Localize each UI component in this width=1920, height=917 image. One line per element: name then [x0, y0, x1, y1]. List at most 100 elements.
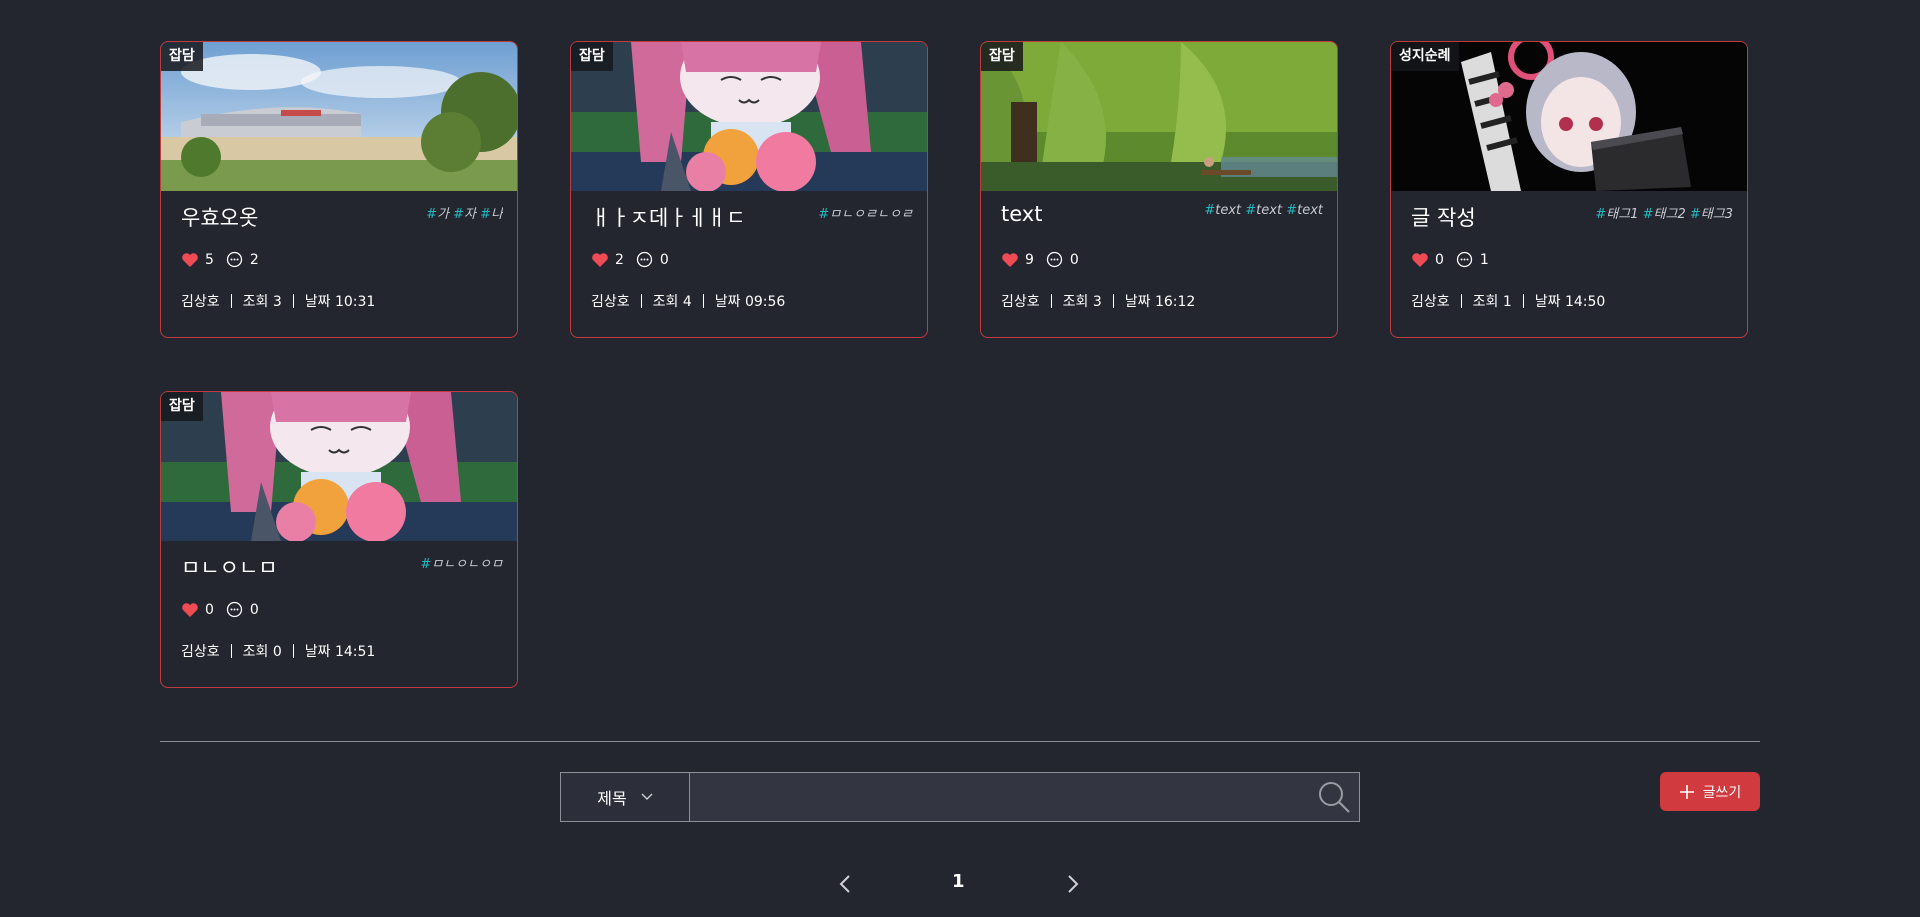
chevron-right-icon[interactable]	[1062, 872, 1084, 896]
comment-count: 0	[249, 601, 259, 618]
post-date: 날짜 14:51	[304, 644, 376, 660]
post-stats: 0 1	[1411, 251, 1489, 268]
tag[interactable]: #text	[1286, 203, 1323, 218]
post-stats: 9 0	[1001, 251, 1079, 268]
tag[interactable]: #자	[453, 207, 476, 222]
search-type-select[interactable]: 제목	[560, 772, 690, 822]
like-count: 5	[205, 251, 214, 268]
view-count: 조회 1	[1472, 294, 1512, 310]
post-title[interactable]: ㅐㅏㅈ데ㅏㅔㅐㄷ	[591, 202, 746, 232]
post-title[interactable]: 우효오옷	[181, 202, 258, 232]
like-count: 9	[1025, 251, 1034, 268]
heart-icon[interactable]	[1411, 252, 1429, 268]
post-meta: 김상호 조회 4 날짜 09:56	[591, 291, 785, 311]
separator	[292, 294, 294, 308]
separator	[1460, 294, 1462, 308]
tag[interactable]: #나	[480, 207, 503, 222]
category-badge: 잡담	[571, 42, 613, 71]
view-count: 조회 0	[242, 644, 282, 660]
plus-icon	[1679, 784, 1694, 799]
post-stats: 5 2	[181, 251, 259, 268]
author-name: 김상호	[1411, 294, 1450, 310]
search-input[interactable]	[689, 772, 1360, 822]
post-title[interactable]: text	[1001, 202, 1042, 226]
page-number[interactable]: 1	[952, 871, 965, 892]
tag[interactable]: #태그2	[1643, 207, 1686, 222]
chevron-left-icon[interactable]	[834, 872, 856, 896]
view-count: 조회 3	[242, 294, 282, 310]
post-date: 날짜 14:50	[1534, 294, 1606, 310]
heart-icon[interactable]	[181, 252, 199, 268]
category-badge: 잡담	[161, 392, 203, 421]
post-date: 날짜 16:12	[1124, 294, 1196, 310]
separator	[702, 294, 704, 308]
write-post-label: 글쓰기	[1702, 784, 1742, 801]
post-card[interactable]: 잡담 ㅐㅏㅈ데ㅏㅔㅐㄷ #ㅁㄴㅇㄹㄴㅇㄹ 2 0 김상호 조회 4 날짜 09:56	[570, 41, 928, 338]
comment-icon	[226, 251, 243, 268]
tag[interactable]: #text	[1204, 203, 1241, 218]
tag-list: #가 #자 #나	[426, 203, 503, 222]
post-meta: 김상호 조회 1 날짜 14:50	[1411, 291, 1605, 311]
separator	[1050, 294, 1052, 308]
tag[interactable]: #가	[426, 207, 449, 222]
comment-count: 0	[1069, 251, 1079, 268]
heart-icon[interactable]	[591, 252, 609, 268]
tag[interactable]: #태그1	[1595, 207, 1638, 222]
post-title[interactable]: ㅁㄴㅇㄴㅁ	[181, 552, 278, 582]
tag[interactable]: #ㅁㄴㅇㄴㅇㅁ	[420, 557, 503, 572]
comment-icon	[636, 251, 653, 268]
post-card[interactable]: 잡담 text #text #text #text 9 0 김상호 조회 3 날짜 …	[980, 41, 1338, 338]
separator	[1112, 294, 1114, 308]
tag[interactable]: #ㅁㄴㅇㄹㄴㅇㄹ	[818, 207, 913, 222]
comment-count: 2	[249, 251, 259, 268]
tag-list: #ㅁㄴㅇㄹㄴㅇㄹ	[818, 203, 913, 222]
post-date: 날짜 09:56	[714, 294, 786, 310]
tag[interactable]: #text	[1245, 203, 1282, 218]
like-count: 0	[205, 601, 214, 618]
separator	[230, 294, 232, 308]
like-count: 2	[615, 251, 624, 268]
post-thumbnail[interactable]	[571, 42, 927, 191]
heart-icon[interactable]	[181, 602, 199, 618]
separator	[230, 644, 232, 658]
post-meta: 김상호 조회 3 날짜 16:12	[1001, 291, 1195, 311]
comment-icon	[226, 601, 243, 618]
comment-icon	[1456, 251, 1473, 268]
divider	[160, 741, 1760, 742]
comment-icon	[1046, 251, 1063, 268]
post-date: 날짜 10:31	[304, 294, 376, 310]
post-thumbnail[interactable]	[161, 392, 517, 541]
post-stats: 0 0	[181, 601, 259, 618]
separator	[292, 644, 294, 658]
comment-count: 0	[659, 251, 669, 268]
post-meta: 김상호 조회 3 날짜 10:31	[181, 291, 375, 311]
separator	[640, 294, 642, 308]
tag-list: #태그1 #태그2 #태그3	[1595, 203, 1733, 222]
post-title[interactable]: 글 작성	[1411, 202, 1476, 232]
author-name: 김상호	[181, 644, 220, 660]
write-post-button[interactable]: 글쓰기	[1660, 772, 1760, 811]
tag-list: #text #text #text	[1204, 203, 1323, 218]
author-name: 김상호	[1001, 294, 1040, 310]
post-card[interactable]: 잡담 우효오옷 #가 #자 #나 5 2 김상호 조회 3 날짜 10:31	[160, 41, 518, 338]
comment-count: 1	[1479, 251, 1489, 268]
like-count: 0	[1435, 251, 1444, 268]
author-name: 김상호	[591, 294, 630, 310]
post-thumbnail[interactable]	[981, 42, 1337, 191]
author-name: 김상호	[181, 294, 220, 310]
tag[interactable]: #태그3	[1690, 207, 1733, 222]
post-thumbnail[interactable]	[161, 42, 517, 191]
tag-list: #ㅁㄴㅇㄴㅇㅁ	[420, 553, 503, 572]
search-type-label: 제목	[597, 789, 627, 808]
post-card[interactable]: 잡담 ㅁㄴㅇㄴㅁ #ㅁㄴㅇㄴㅇㅁ 0 0 김상호 조회 0 날짜 14:51	[160, 391, 518, 688]
search-icon[interactable]	[1316, 779, 1352, 815]
view-count: 조회 3	[1062, 294, 1102, 310]
heart-icon[interactable]	[1001, 252, 1019, 268]
separator	[1522, 294, 1524, 308]
post-meta: 김상호 조회 0 날짜 14:51	[181, 641, 375, 661]
category-badge: 잡담	[161, 42, 203, 71]
category-badge: 잡담	[981, 42, 1023, 71]
post-card[interactable]: 성지순례 글 작성 #태그1 #태그2 #태그3 0 1 김상호 조회 1 날짜 1…	[1390, 41, 1748, 338]
post-stats: 2 0	[591, 251, 669, 268]
category-badge: 성지순례	[1391, 42, 1459, 71]
